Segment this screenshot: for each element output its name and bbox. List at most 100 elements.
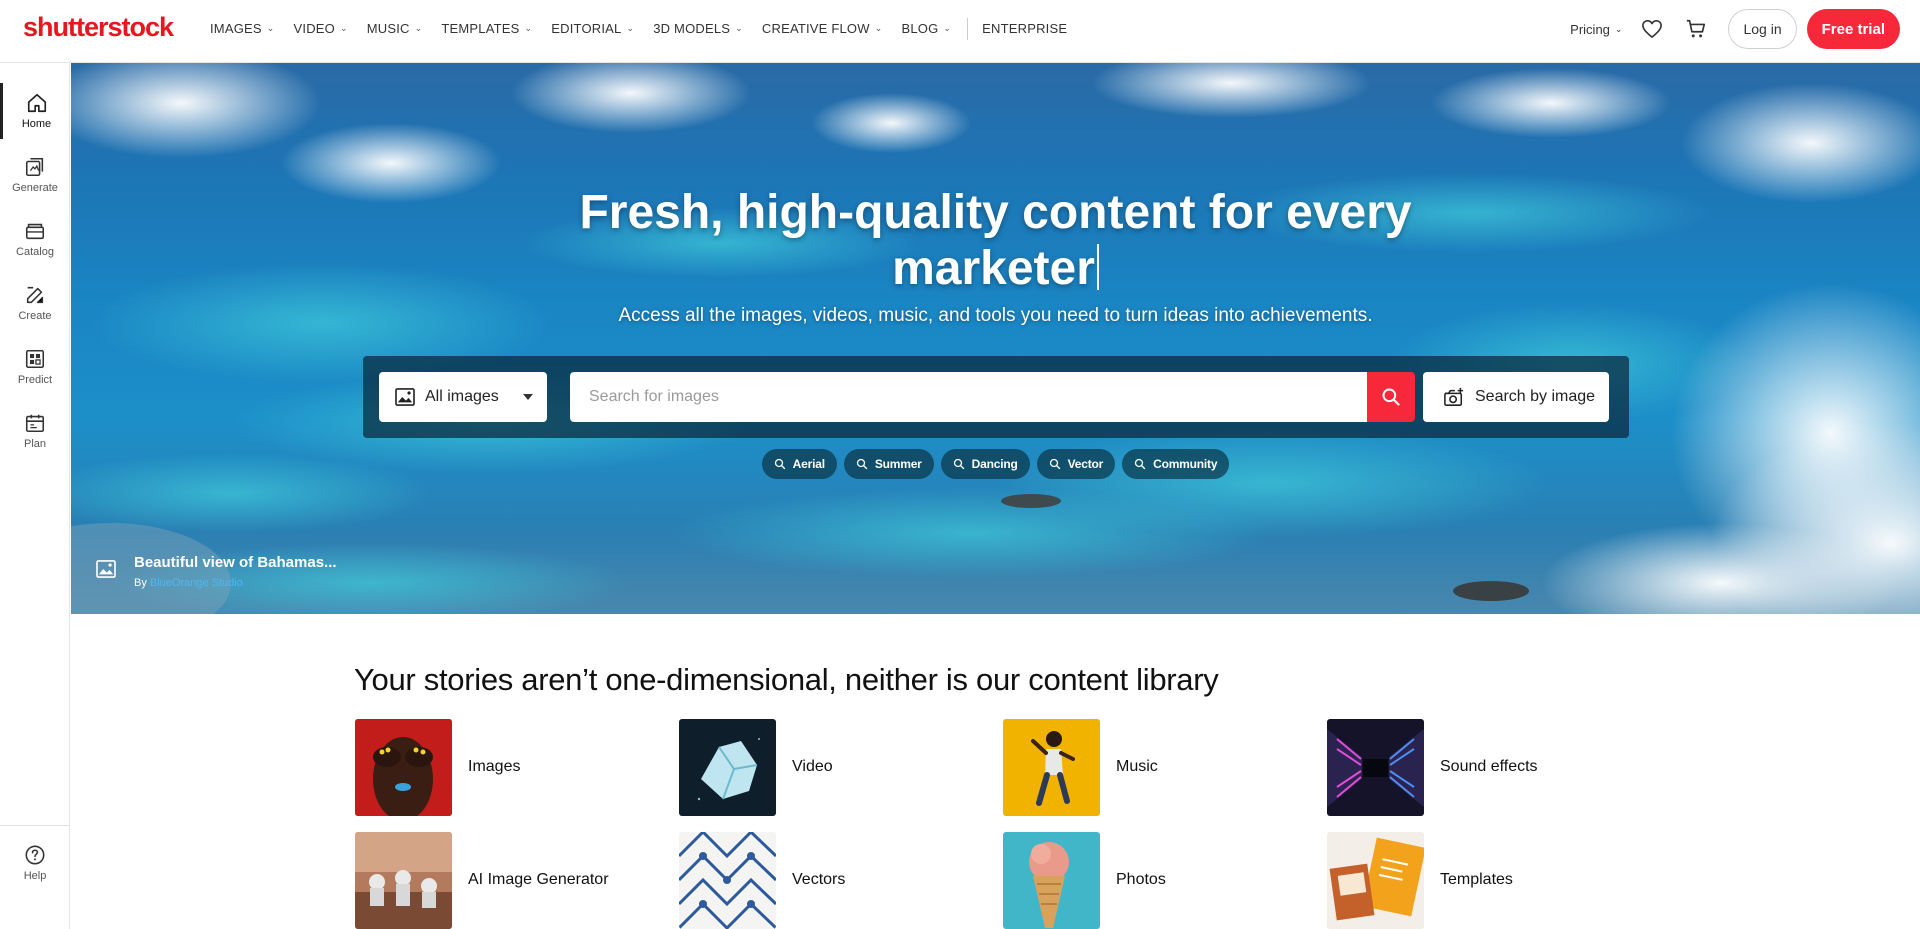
content-library-heading: Your stories aren’t one-dimensional, nei… <box>354 662 1219 697</box>
chip-label: Vector <box>1067 457 1104 471</box>
chip-summer[interactable]: Summer <box>843 449 934 479</box>
search-icon <box>1382 388 1400 406</box>
search-panel: All images Search by image <box>363 356 1629 438</box>
login-button[interactable]: Log in <box>1728 9 1797 49</box>
tile-label: Images <box>468 758 521 775</box>
vectors-thumb <box>679 831 776 929</box>
nav-item-label: IMAGES <box>210 21 262 36</box>
nav-music[interactable]: MUSIC ⌄ <box>367 21 423 36</box>
catalog-icon <box>25 223 45 240</box>
left-sidebar: Home Generate Catalog Create Predict Pla… <box>0 63 70 929</box>
chevron-down-icon: ⌄ <box>1614 23 1623 34</box>
tile-video[interactable]: Video <box>679 718 999 816</box>
sidebar-item-home[interactable]: Home <box>0 83 70 139</box>
image-icon <box>96 560 116 578</box>
top-navigation: shutterstock IMAGES ⌄ VIDEO ⌄ MUSIC ⌄ TEMPL… <box>0 0 1920 63</box>
chip-label: Dancing <box>971 457 1018 471</box>
tile-label: Video <box>792 758 833 775</box>
hero-title: Fresh, high-quality content for every ma… <box>71 185 1920 297</box>
suggestion-chips: Aerial Summer Dancing Vector Community <box>71 449 1920 479</box>
chip-dancing[interactable]: Dancing <box>940 449 1030 479</box>
image-icon <box>395 388 415 406</box>
sidebar-item-label: Predict <box>17 374 53 386</box>
search-icon <box>856 458 868 470</box>
credit-byline: By BlueOrange Studio <box>134 577 337 589</box>
chip-vector[interactable]: Vector <box>1036 449 1116 479</box>
create-icon <box>26 286 44 304</box>
tile-label: AI Image Generator <box>468 871 609 888</box>
sidebar-item-create[interactable]: Create <box>0 275 70 331</box>
nav-editorial[interactable]: EDITORIAL ⌄ <box>551 21 634 36</box>
hero-banner: Fresh, high-quality content for every ma… <box>71 63 1920 614</box>
tile-label: Music <box>1116 758 1158 775</box>
camera-plus-icon <box>1444 387 1464 406</box>
search-by-image-button[interactable]: Search by image <box>1423 372 1609 422</box>
shutterstock-logo[interactable]: shutterstock <box>23 12 174 43</box>
search-icon <box>1134 458 1146 470</box>
nav-video[interactable]: VIDEO ⌄ <box>294 21 348 36</box>
credit-author-link[interactable]: BlueOrange Studio <box>150 577 243 589</box>
tile-vectors[interactable]: Vectors <box>679 831 999 929</box>
tile-sound-effects[interactable]: Sound effects <box>1327 718 1647 816</box>
sidebar-item-plan[interactable]: Plan <box>0 403 70 459</box>
sidebar-item-catalog[interactable]: Catalog <box>0 211 70 267</box>
nav-divider <box>967 17 969 40</box>
chevron-down-icon: ⌄ <box>266 23 275 33</box>
search-icon <box>1049 458 1060 470</box>
nav-creative-flow[interactable]: CREATIVE FLOW ⌄ <box>762 21 883 36</box>
sidebar-item-generate[interactable]: Generate <box>0 147 70 203</box>
hero-subtitle: Access all the images, videos, music, an… <box>618 305 1373 326</box>
credit-by-label: By <box>134 577 147 589</box>
chevron-down-icon: ⌄ <box>735 23 743 33</box>
templates-thumb <box>1327 831 1424 929</box>
sidebar-item-label: Generate <box>12 182 58 194</box>
search-input[interactable] <box>570 372 1367 422</box>
chip-label: Summer <box>874 457 922 471</box>
search-icon <box>953 458 964 470</box>
credit-image-title[interactable]: Beautiful view of Bahamas... <box>134 554 337 571</box>
nav-item-label: 3D MODELS <box>653 21 731 36</box>
predict-icon <box>25 349 45 369</box>
sidebar-item-help[interactable]: Help <box>0 835 70 891</box>
nav-images[interactable]: IMAGES ⌄ <box>210 21 275 36</box>
free-trial-button[interactable]: Free trial <box>1806 9 1900 49</box>
nav-enterprise[interactable]: ENTERPRISE <box>982 21 1067 36</box>
chevron-down-icon: ⌄ <box>524 23 533 33</box>
tile-label: Vectors <box>792 871 846 888</box>
search-by-image-label: Search by image <box>1475 388 1596 405</box>
tile-photos[interactable]: Photos <box>1003 831 1323 929</box>
nav-templates[interactable]: TEMPLATES ⌄ <box>441 21 532 36</box>
cart-icon[interactable] <box>1684 17 1708 41</box>
tile-images[interactable]: Images <box>355 718 675 816</box>
images-thumb <box>355 718 452 816</box>
nav-item-label: CREATIVE FLOW <box>761 21 870 36</box>
home-icon <box>27 93 46 113</box>
nav-actions: Pricing ⌄ Log in Free trial <box>1570 9 1900 49</box>
nav-item-label: MUSIC <box>366 21 410 36</box>
nav-item-label: VIDEO <box>293 21 335 36</box>
favorites-heart-icon[interactable] <box>1640 17 1664 41</box>
chevron-down-icon: ⌄ <box>414 23 423 33</box>
help-icon <box>25 845 45 865</box>
chip-aerial[interactable]: Aerial <box>761 449 837 479</box>
sidebar-item-predict[interactable]: Predict <box>0 339 70 395</box>
tile-music[interactable]: Music <box>1003 718 1323 816</box>
pricing-menu[interactable]: Pricing ⌄ <box>1570 22 1622 37</box>
text-caret <box>1096 244 1099 290</box>
tile-label: Templates <box>1440 871 1513 888</box>
sidebar-item-label: Help <box>23 870 47 882</box>
chip-label: Aerial <box>792 457 825 471</box>
tile-label: Photos <box>1116 871 1166 888</box>
media-type-select[interactable]: All images <box>379 372 547 422</box>
search-icon <box>774 458 785 470</box>
chip-community[interactable]: Community <box>1122 449 1230 479</box>
tile-ai-image-generator[interactable]: AI Image Generator <box>355 831 675 929</box>
search-button[interactable] <box>1367 372 1415 422</box>
music-thumb <box>1003 718 1100 816</box>
nav-blog[interactable]: BLOG ⌄ <box>901 21 951 36</box>
tile-templates[interactable]: Templates <box>1327 831 1647 929</box>
chevron-down-icon: ⌄ <box>943 23 952 33</box>
hero-title-line1: Fresh, high-quality content for every <box>579 186 1412 239</box>
nav-item-label: TEMPLATES <box>441 21 520 36</box>
nav-3d-models[interactable]: 3D MODELS ⌄ <box>653 21 743 36</box>
